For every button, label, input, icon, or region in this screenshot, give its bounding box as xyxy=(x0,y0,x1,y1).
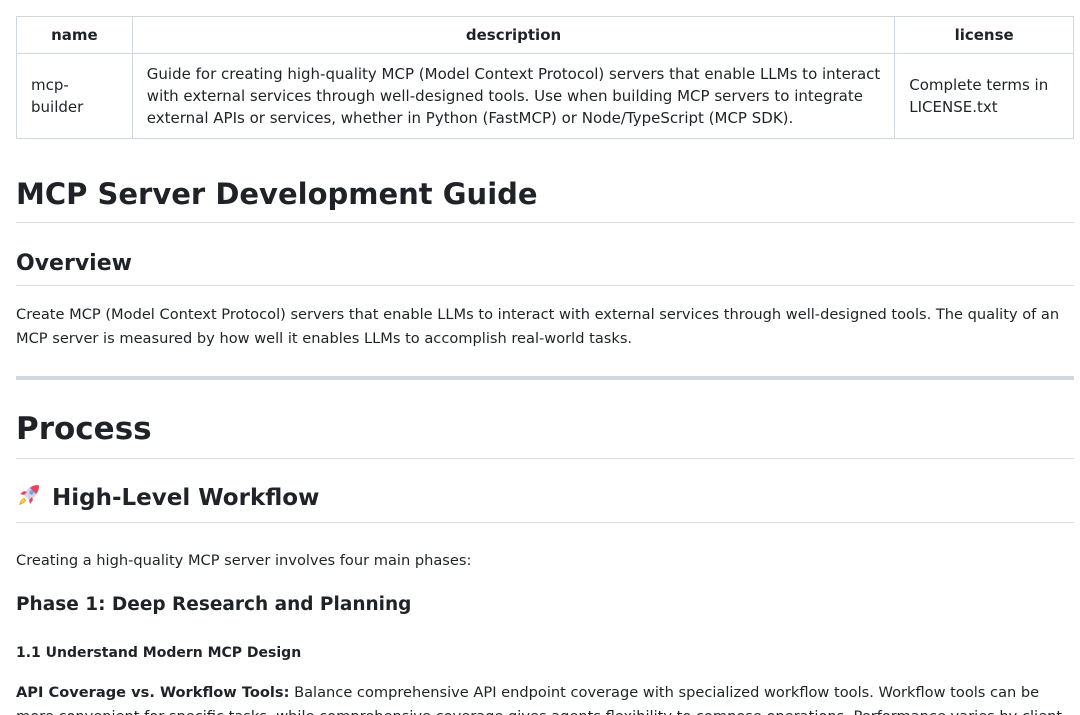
overview-text: Create MCP (Model Context Protocol) serv… xyxy=(16,306,1060,347)
subsection-heading: 1.1 Understand Modern MCP Design xyxy=(16,645,302,661)
cell-license: Complete terms in LICENSE.txt xyxy=(894,53,1074,139)
table-header-row: name description license xyxy=(16,16,1074,54)
api-coverage-label: API Coverage vs. Workflow Tools: xyxy=(16,684,290,701)
phase1-heading: Phase 1: Deep Research and Planning xyxy=(16,594,412,615)
column-header-name: name xyxy=(16,16,133,54)
page-title: MCP Server Development Guide xyxy=(16,174,1074,223)
api-coverage-paragraph: API Coverage vs. Workflow Tools: Balance… xyxy=(16,681,1074,715)
cell-description: Guide for creating high-quality MCP (Mod… xyxy=(131,53,896,139)
process-heading: Process xyxy=(16,408,1074,459)
rocket-icon xyxy=(16,482,42,516)
overview-heading: Overview xyxy=(16,249,1074,286)
markdown-page: name description license mcp-builder Gui… xyxy=(16,16,1074,715)
workflow-intro: Creating a high-quality MCP server invol… xyxy=(16,552,472,569)
table-row: mcp-builder Guide for creating high-qual… xyxy=(16,53,1074,139)
cell-name: mcp-builder xyxy=(16,53,133,139)
section-divider xyxy=(16,376,1074,380)
column-header-license: license xyxy=(894,16,1074,54)
column-header-description: description xyxy=(131,16,896,54)
workflow-heading-row: High-Level Workflow xyxy=(16,482,1074,523)
frontmatter-table: name description license mcp-builder Gui… xyxy=(16,16,1074,139)
workflow-heading: High-Level Workflow xyxy=(52,485,320,511)
